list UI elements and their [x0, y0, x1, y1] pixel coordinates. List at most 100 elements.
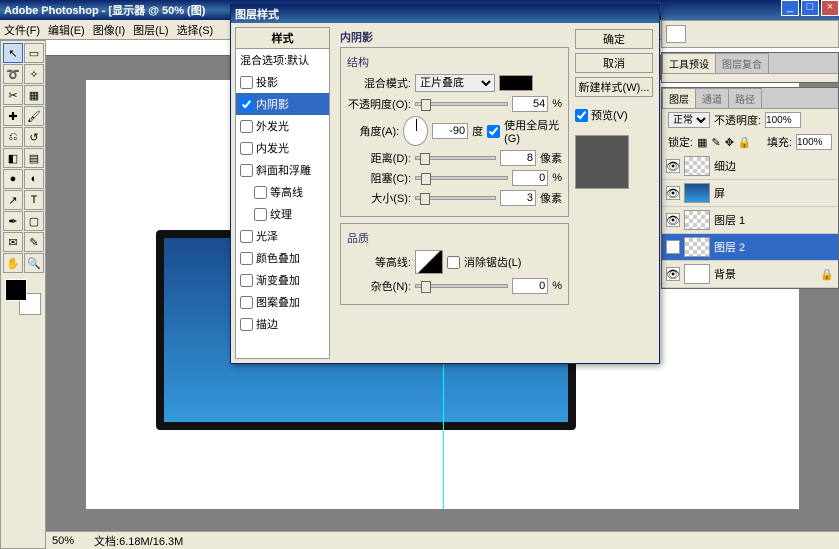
style-item-texture[interactable]: 纹理 — [236, 203, 329, 225]
crop-tool[interactable]: ✂ — [3, 85, 23, 105]
layer-opacity-input[interactable] — [765, 112, 801, 128]
dodge-tool[interactable]: ◐ — [24, 169, 44, 189]
layer-fill-input[interactable] — [796, 134, 832, 150]
cancel-button[interactable]: 取消 — [575, 53, 653, 73]
notes-tool[interactable]: ✉ — [3, 232, 23, 252]
tab-paths[interactable]: 路径 — [728, 88, 762, 108]
tab-tool-presets[interactable]: 工具预设 — [662, 53, 716, 73]
marquee-tool[interactable]: ▭ — [24, 43, 44, 63]
layer-row[interactable]: 👁背景🔒 — [662, 261, 838, 288]
opacity-input[interactable] — [512, 96, 548, 112]
blend-mode-combo[interactable]: 正片叠底 — [415, 74, 495, 92]
style-item-outer-glow[interactable]: 外发光 — [236, 115, 329, 137]
maximize-icon[interactable]: □ — [801, 0, 819, 16]
style-checkbox[interactable] — [240, 142, 253, 155]
wand-tool[interactable]: ✧ — [24, 64, 44, 84]
ok-button[interactable]: 确定 — [575, 29, 653, 49]
zoom-level[interactable]: 50% — [52, 535, 74, 547]
brush-tool[interactable]: 🖌 — [24, 106, 44, 126]
tab-layer-comps[interactable]: 图层复合 — [715, 53, 769, 73]
blend-options-item[interactable]: 混合选项:默认 — [236, 49, 329, 71]
style-item-pattern-overlay[interactable]: 图案叠加 — [236, 291, 329, 313]
distance-input[interactable] — [500, 150, 536, 166]
antialias-checkbox[interactable] — [447, 256, 460, 269]
heal-tool[interactable]: ✚ — [3, 106, 23, 126]
type-tool[interactable]: T — [24, 190, 44, 210]
style-item-satin[interactable]: 光泽 — [236, 225, 329, 247]
style-checkbox[interactable] — [240, 296, 253, 309]
layer-row[interactable]: 👁细边 — [662, 153, 838, 180]
distance-slider[interactable] — [415, 156, 496, 160]
stamp-tool[interactable]: ⎌ — [3, 127, 23, 147]
shape-tool[interactable]: ▢ — [24, 211, 44, 231]
zoom-tool[interactable]: 🔍 — [24, 253, 44, 273]
brush-preview[interactable] — [666, 25, 686, 43]
global-light-checkbox[interactable] — [487, 125, 500, 138]
fg-color[interactable] — [5, 279, 27, 301]
opacity-slider[interactable] — [415, 102, 508, 106]
menu-select[interactable]: 选择(S) — [177, 22, 214, 38]
style-checkbox[interactable] — [240, 230, 253, 243]
style-item-stroke[interactable]: 描边 — [236, 313, 329, 335]
contour-picker[interactable] — [415, 250, 443, 274]
style-item-color-overlay[interactable]: 颜色叠加 — [236, 247, 329, 269]
menu-layer[interactable]: 图层(L) — [133, 22, 168, 38]
close-window-icon[interactable]: × — [821, 0, 839, 16]
style-checkbox[interactable] — [254, 208, 267, 221]
gradient-tool[interactable]: ▤ — [24, 148, 44, 168]
style-item-drop-shadow[interactable]: 投影 — [236, 71, 329, 93]
minimize-icon[interactable]: _ — [781, 0, 799, 16]
path-tool[interactable]: ↗ — [3, 190, 23, 210]
size-input[interactable] — [500, 190, 536, 206]
style-checkbox[interactable] — [240, 98, 253, 111]
noise-input[interactable] — [512, 278, 548, 294]
noise-slider[interactable] — [415, 284, 508, 288]
color-swatch[interactable] — [5, 279, 41, 315]
pen-tool[interactable]: ✒ — [3, 211, 23, 231]
lock-brush-icon[interactable]: ✎ — [711, 136, 720, 149]
menu-file[interactable]: 文件(F) — [4, 22, 40, 38]
lock-move-icon[interactable]: ✥ — [725, 136, 734, 149]
style-item-bevel[interactable]: 斜面和浮雕 — [236, 159, 329, 181]
style-checkbox[interactable] — [240, 76, 253, 89]
shadow-color-swatch[interactable] — [499, 75, 533, 91]
blend-mode-select[interactable]: 正常 — [668, 112, 710, 128]
preview-checkbox[interactable] — [575, 109, 588, 122]
style-item-contour[interactable]: 等高线 — [236, 181, 329, 203]
visibility-icon[interactable]: 👁 — [666, 267, 680, 281]
tab-layers[interactable]: 图层 — [662, 88, 696, 108]
layer-row[interactable]: 👁图层 2 — [662, 234, 838, 261]
layer-row[interactable]: 👁图层 1 — [662, 207, 838, 234]
visibility-icon[interactable]: 👁 — [666, 213, 680, 227]
style-checkbox[interactable] — [254, 186, 267, 199]
new-style-button[interactable]: 新建样式(W)... — [575, 77, 653, 97]
style-item-gradient-overlay[interactable]: 渐变叠加 — [236, 269, 329, 291]
choke-input[interactable] — [512, 170, 548, 186]
move-tool[interactable]: ↖ — [3, 43, 23, 63]
lock-all-icon[interactable]: 🔒 — [738, 136, 752, 149]
layer-row[interactable]: 👁屏 — [662, 180, 838, 207]
tab-channels[interactable]: 通道 — [695, 88, 729, 108]
lasso-tool[interactable]: ➰ — [3, 64, 23, 84]
choke-slider[interactable] — [415, 176, 508, 180]
lock-trans-icon[interactable]: ▦ — [697, 136, 707, 149]
style-item-inner-shadow[interactable]: 内阴影 — [236, 93, 329, 115]
menu-image[interactable]: 图像(I) — [93, 22, 125, 38]
visibility-icon[interactable]: 👁 — [666, 186, 680, 200]
style-item-inner-glow[interactable]: 内发光 — [236, 137, 329, 159]
style-checkbox[interactable] — [240, 318, 253, 331]
visibility-icon[interactable]: 👁 — [666, 159, 680, 173]
angle-input[interactable] — [432, 123, 468, 139]
style-checkbox[interactable] — [240, 274, 253, 287]
blur-tool[interactable]: ● — [3, 169, 23, 189]
hand-tool[interactable]: ✋ — [3, 253, 23, 273]
eraser-tool[interactable]: ◧ — [3, 148, 23, 168]
style-checkbox[interactable] — [240, 164, 253, 177]
angle-dial[interactable] — [403, 116, 428, 146]
menu-edit[interactable]: 编辑(E) — [48, 22, 85, 38]
visibility-icon[interactable]: 👁 — [666, 240, 680, 254]
history-brush-tool[interactable]: ↺ — [24, 127, 44, 147]
style-checkbox[interactable] — [240, 120, 253, 133]
slice-tool[interactable]: ▦ — [24, 85, 44, 105]
style-checkbox[interactable] — [240, 252, 253, 265]
